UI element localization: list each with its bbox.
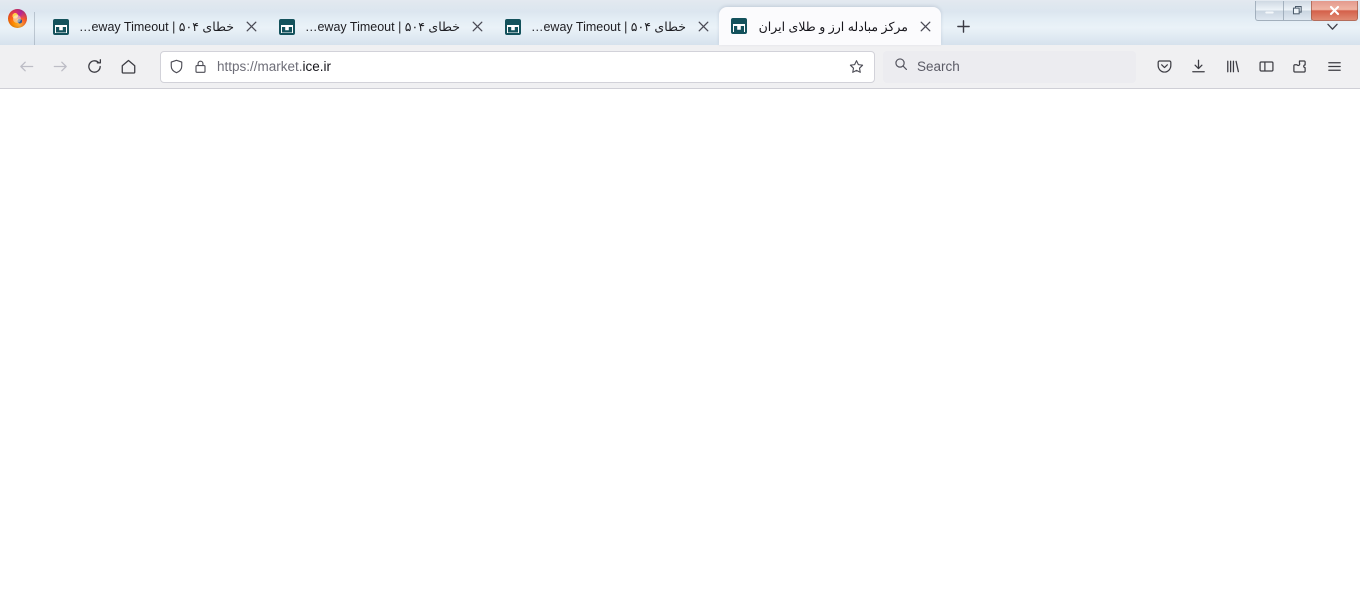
identity-box[interactable] — [169, 59, 217, 74]
bank-building-icon — [731, 18, 747, 34]
close-button[interactable] — [1311, 1, 1358, 21]
page-content-area[interactable] — [0, 89, 1360, 589]
back-button[interactable] — [10, 51, 42, 83]
tab-title: خطای ۵۰۴ | Gateway Timeout — [76, 20, 234, 34]
search-icon — [894, 57, 908, 76]
bookmark-star-icon[interactable] — [842, 53, 870, 81]
tab-title: مرکز مبادله ارز و طلای ایران — [758, 19, 908, 34]
titlebar: خطای ۵۰۴ | Gateway Timeout خطای ۵۰۴ | Ga… — [0, 0, 1360, 45]
navigation-toolbar: https://market.ice.ir — [0, 45, 1360, 89]
close-icon[interactable] — [241, 17, 261, 37]
firefox-logo-icon — [7, 9, 27, 28]
tab-iran-exchange-center[interactable]: مرکز مبادله ارز و طلای ایران — [719, 7, 941, 45]
url-subdomain: market. — [257, 59, 303, 74]
connection-secure-lock-icon[interactable] — [193, 59, 208, 74]
pocket-save-icon[interactable] — [1148, 51, 1180, 83]
close-icon[interactable] — [693, 17, 713, 37]
bank-building-icon — [53, 18, 69, 35]
tab-gateway-timeout-1[interactable]: خطای ۵۰۴ | Gateway Timeout — [41, 8, 267, 45]
tracking-protection-shield-icon[interactable] — [169, 59, 184, 74]
bank-building-icon — [279, 18, 295, 35]
new-tab-button[interactable] — [949, 12, 977, 40]
browser-window: خطای ۵۰۴ | Gateway Timeout خطای ۵۰۴ | Ga… — [0, 0, 1360, 589]
close-icon[interactable] — [915, 16, 935, 36]
application-menu-hamburger-icon[interactable] — [1318, 51, 1350, 83]
tab-title: خطای ۵۰۴ | Gateway Timeout — [302, 20, 460, 34]
tab-title: خطای ۵۰۴ | Gateway Timeout — [528, 20, 686, 34]
minimize-button[interactable] — [1255, 1, 1284, 21]
sidebar-icon[interactable] — [1250, 51, 1282, 83]
tab-gateway-timeout-2[interactable]: خطای ۵۰۴ | Gateway Timeout — [267, 8, 493, 45]
tab-strip: خطای ۵۰۴ | Gateway Timeout خطای ۵۰۴ | Ga… — [35, 0, 1360, 45]
search-bar[interactable] — [883, 50, 1136, 83]
downloads-icon[interactable] — [1182, 51, 1214, 83]
restore-button[interactable] — [1283, 1, 1312, 21]
home-button[interactable] — [112, 51, 144, 83]
search-input[interactable] — [917, 59, 1125, 74]
url-host: ice.ir — [302, 59, 332, 74]
url-text[interactable]: https://market.ice.ir — [217, 59, 842, 74]
forward-button[interactable] — [44, 51, 76, 83]
window-controls — [1255, 0, 1360, 21]
bank-building-icon — [505, 18, 521, 35]
close-icon[interactable] — [467, 17, 487, 37]
firefox-app-button[interactable] — [0, 0, 34, 45]
library-icon[interactable] — [1216, 51, 1248, 83]
url-bar[interactable]: https://market.ice.ir — [160, 50, 875, 83]
reload-button[interactable] — [78, 51, 110, 83]
url-prefix: https:// — [217, 59, 258, 74]
extensions-icon[interactable] — [1284, 51, 1316, 83]
tab-gateway-timeout-3[interactable]: خطای ۵۰۴ | Gateway Timeout — [493, 8, 719, 45]
toolbar-right-group — [1148, 51, 1350, 83]
